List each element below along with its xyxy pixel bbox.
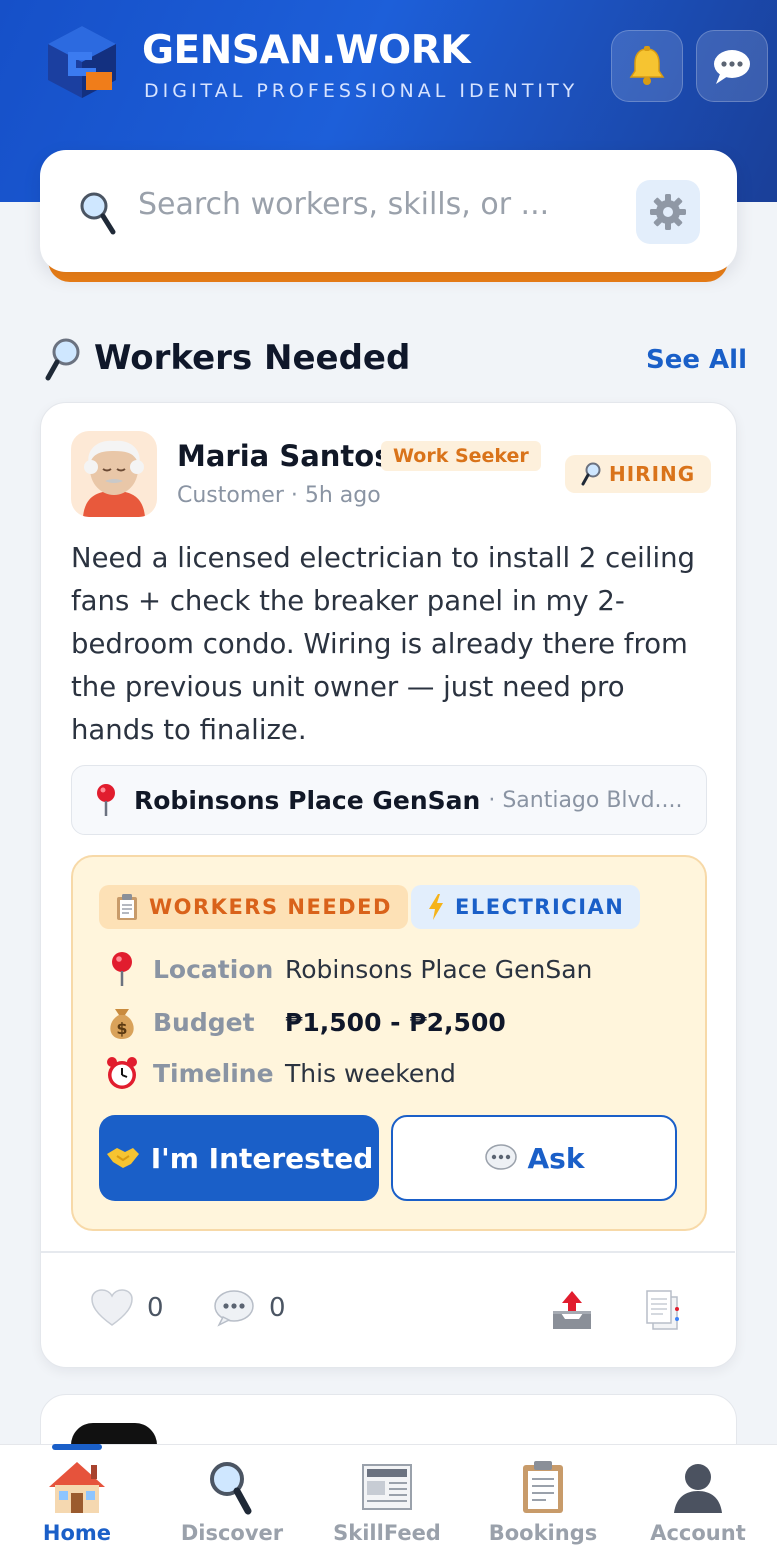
user-silhouette-icon [674, 1464, 722, 1513]
location-address: · Santiago Blvd.... [488, 787, 683, 813]
interested-button-label: I'm Interested [150, 1141, 374, 1175]
like-count: 0 [147, 1293, 164, 1323]
brand-tagline: DIGITAL PROFESSIONAL IDENTITY [144, 80, 579, 102]
nav-discover-label: Discover [180, 1521, 284, 1545]
comment-button[interactable]: 0 [213, 1289, 286, 1327]
avatar[interactable] [71, 431, 157, 517]
job-timeline-row: Timeline This weekend [101, 1055, 456, 1091]
author-role-badge: Work Seeker [381, 441, 541, 471]
clipboard-icon [117, 894, 137, 920]
brand-name: GENSAN.WORK [142, 28, 470, 73]
like-button[interactable]: 0 [91, 1289, 164, 1327]
location-name: Robinsons Place GenSan [134, 785, 481, 815]
section-title: Workers Needed [94, 338, 411, 378]
nav-bookings-label: Bookings [488, 1521, 598, 1545]
heart-icon [91, 1289, 133, 1326]
workers-needed-label: WORKERS NEEDED [149, 895, 392, 919]
search-icon [80, 192, 116, 235]
lightning-icon [429, 894, 443, 920]
gear-icon [650, 194, 686, 230]
messages-button[interactable] [696, 30, 768, 102]
card-divider [41, 1251, 735, 1253]
nav-home[interactable]: Home [2, 1459, 152, 1545]
job-post-card: Maria Santos Work Seeker Customer · 5h a… [40, 402, 737, 1368]
section-magnifier-icon [45, 338, 80, 381]
hiring-badge: HIRING [565, 455, 712, 493]
bottom-nav: Home Discover SkillFeed Bookings Account [0, 1444, 777, 1568]
job-details-box: WORKERS NEEDED ELECTRICIAN Location Robi… [71, 855, 707, 1231]
job-timeline-label: Timeline [153, 1058, 274, 1088]
documents-icon [646, 1290, 679, 1330]
job-location-row: Location Robinsons Place GenSan [101, 951, 592, 987]
magnifier-icon [581, 462, 601, 486]
filter-button[interactable] [636, 180, 700, 244]
nav-active-indicator [52, 1444, 102, 1450]
interested-button[interactable]: I'm Interested [99, 1115, 379, 1201]
search-input[interactable] [138, 176, 618, 232]
ask-button[interactable]: Ask [391, 1115, 677, 1201]
chat-bubble-icon [484, 1144, 517, 1170]
author-name[interactable]: Maria Santos [177, 439, 391, 473]
gensan-logo-icon [48, 26, 116, 98]
comment-count: 0 [269, 1293, 286, 1323]
search-bar [40, 150, 737, 272]
see-all-link[interactable]: See All [646, 345, 747, 375]
comment-bubble-icon [214, 1290, 254, 1327]
nav-skillfeed[interactable]: SkillFeed [312, 1459, 462, 1545]
job-location-value: Robinsons Place GenSan [285, 954, 593, 984]
job-budget-row: $ Budget ₱1,500 - ₱2,500 [101, 1003, 506, 1041]
skill-tag: ELECTRICIAN [411, 885, 641, 929]
job-location-label: Location [153, 954, 274, 984]
money-bag-icon: $ [110, 1009, 134, 1039]
house-icon [49, 1462, 105, 1513]
workers-needed-tag: WORKERS NEEDED [99, 885, 408, 929]
nav-account-label: Account [650, 1521, 746, 1545]
job-budget-label: Budget [153, 1007, 255, 1037]
outbox-tray-icon [553, 1291, 591, 1329]
post-meta: Customer · 5h ago [177, 483, 381, 508]
ask-button-label: Ask [527, 1141, 585, 1175]
job-timeline-value: This weekend [285, 1058, 456, 1088]
handshake-icon [106, 1148, 139, 1168]
nav-skillfeed-label: SkillFeed [333, 1521, 441, 1545]
alarm-clock-icon [107, 1057, 137, 1089]
copy-button[interactable] [643, 1289, 683, 1333]
share-button[interactable] [549, 1289, 595, 1331]
clipboard-icon [523, 1461, 563, 1513]
job-budget-value: ₱1,500 - ₱2,500 [285, 1007, 506, 1037]
nav-account[interactable]: Account [623, 1459, 773, 1545]
magnifier-icon [210, 1462, 252, 1515]
nav-home-label: Home [42, 1521, 112, 1545]
hiring-badge-label: HIRING [609, 462, 696, 486]
newspaper-icon [362, 1464, 412, 1510]
notifications-button[interactable] [611, 30, 683, 102]
chat-bubble-icon [714, 50, 750, 84]
elderly-person-avatar-icon [83, 440, 145, 517]
nav-bookings[interactable]: Bookings [468, 1459, 618, 1545]
pin-icon [97, 784, 115, 816]
post-location[interactable]: Robinsons Place GenSan · Santiago Blvd..… [71, 765, 707, 835]
bell-icon [629, 46, 665, 85]
nav-discover[interactable]: Discover [157, 1459, 307, 1545]
skill-tag-label: ELECTRICIAN [455, 895, 625, 919]
svg-text:$: $ [116, 1019, 127, 1038]
post-body: Need a licensed electrician to install 2… [71, 542, 695, 746]
pin-icon [112, 952, 132, 986]
